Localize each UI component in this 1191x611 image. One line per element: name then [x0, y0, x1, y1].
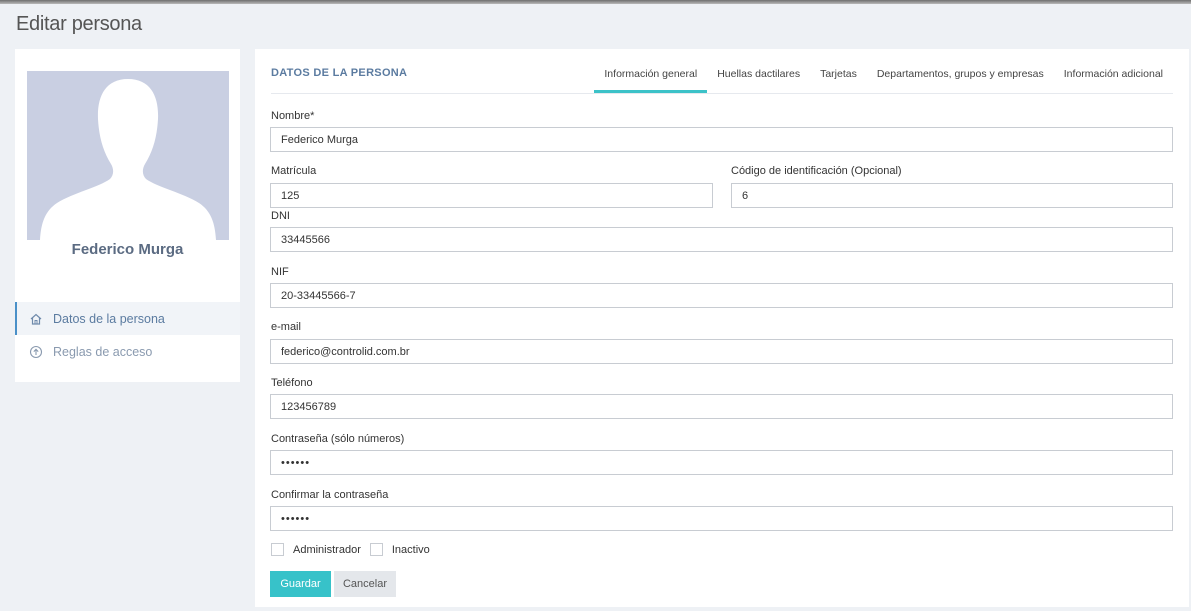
tab-departamentos[interactable]: Departamentos, grupos y empresas — [867, 62, 1054, 93]
email-input[interactable] — [270, 339, 1173, 364]
matricula-input[interactable] — [270, 183, 713, 208]
tab-informacion-general[interactable]: Información general — [594, 62, 708, 93]
profile-name: Federico Murga — [71, 241, 184, 258]
dni-input[interactable] — [270, 227, 1173, 252]
top-bar — [0, 0, 1191, 4]
cancel-button[interactable]: Cancelar — [334, 571, 396, 597]
tab-bar: Información general Huellas dactilares T… — [594, 62, 1173, 93]
tab-tarjetas[interactable]: Tarjetas — [810, 62, 867, 93]
password-input[interactable] — [270, 450, 1173, 475]
nav-item-reglas-acceso[interactable]: Reglas de acceso — [15, 335, 240, 368]
person-silhouette-icon — [27, 71, 229, 240]
password-label: Contraseña (sólo números) — [271, 433, 405, 445]
nav-item-label: Datos de la persona — [53, 311, 165, 326]
administrador-label: Administrador — [293, 543, 361, 556]
email-label: e-mail — [271, 321, 301, 333]
home-icon — [29, 312, 43, 326]
codigo-label: Código de identificación (Opcional) — [731, 165, 902, 177]
options-row: Administrador Inactivo — [271, 543, 439, 556]
nombre-input[interactable] — [270, 127, 1173, 152]
profile-card: Federico Murga Datos de la persona Regla… — [15, 49, 240, 382]
telefono-input[interactable] — [270, 394, 1173, 419]
tab-informacion-adicional[interactable]: Información adicional — [1054, 62, 1173, 93]
nif-label: NIF — [271, 266, 289, 278]
person-form-card: DATOS DE LA PERSONA Información general … — [255, 49, 1189, 607]
nombre-label: Nombre* — [271, 110, 315, 122]
tabs-divider — [271, 93, 1173, 94]
nav-item-label: Reglas de acceso — [53, 344, 153, 359]
save-button[interactable]: Guardar — [270, 571, 331, 597]
inactivo-checkbox[interactable] — [369, 543, 383, 556]
avatar — [27, 71, 229, 240]
confirm-password-label: Confirmar la contraseña — [271, 489, 389, 501]
confirm-password-input[interactable] — [270, 506, 1173, 531]
tab-huellas-dactilares[interactable]: Huellas dactilares — [707, 62, 810, 93]
section-title: DATOS DE LA PERSONA — [271, 67, 408, 79]
nif-input[interactable] — [270, 283, 1173, 308]
matricula-label: Matrícula — [271, 165, 317, 177]
telefono-label: Teléfono — [271, 377, 313, 389]
nav-item-datos-persona[interactable]: Datos de la persona — [15, 302, 240, 335]
page-title: Editar persona — [16, 13, 142, 35]
dni-label: DNI — [271, 210, 290, 222]
inactivo-label: Inactivo — [391, 543, 430, 556]
codigo-input[interactable] — [731, 183, 1173, 208]
administrador-checkbox[interactable] — [271, 543, 284, 556]
arrow-up-circle-icon — [29, 345, 43, 359]
side-nav: Datos de la persona Reglas de acceso — [15, 302, 240, 368]
